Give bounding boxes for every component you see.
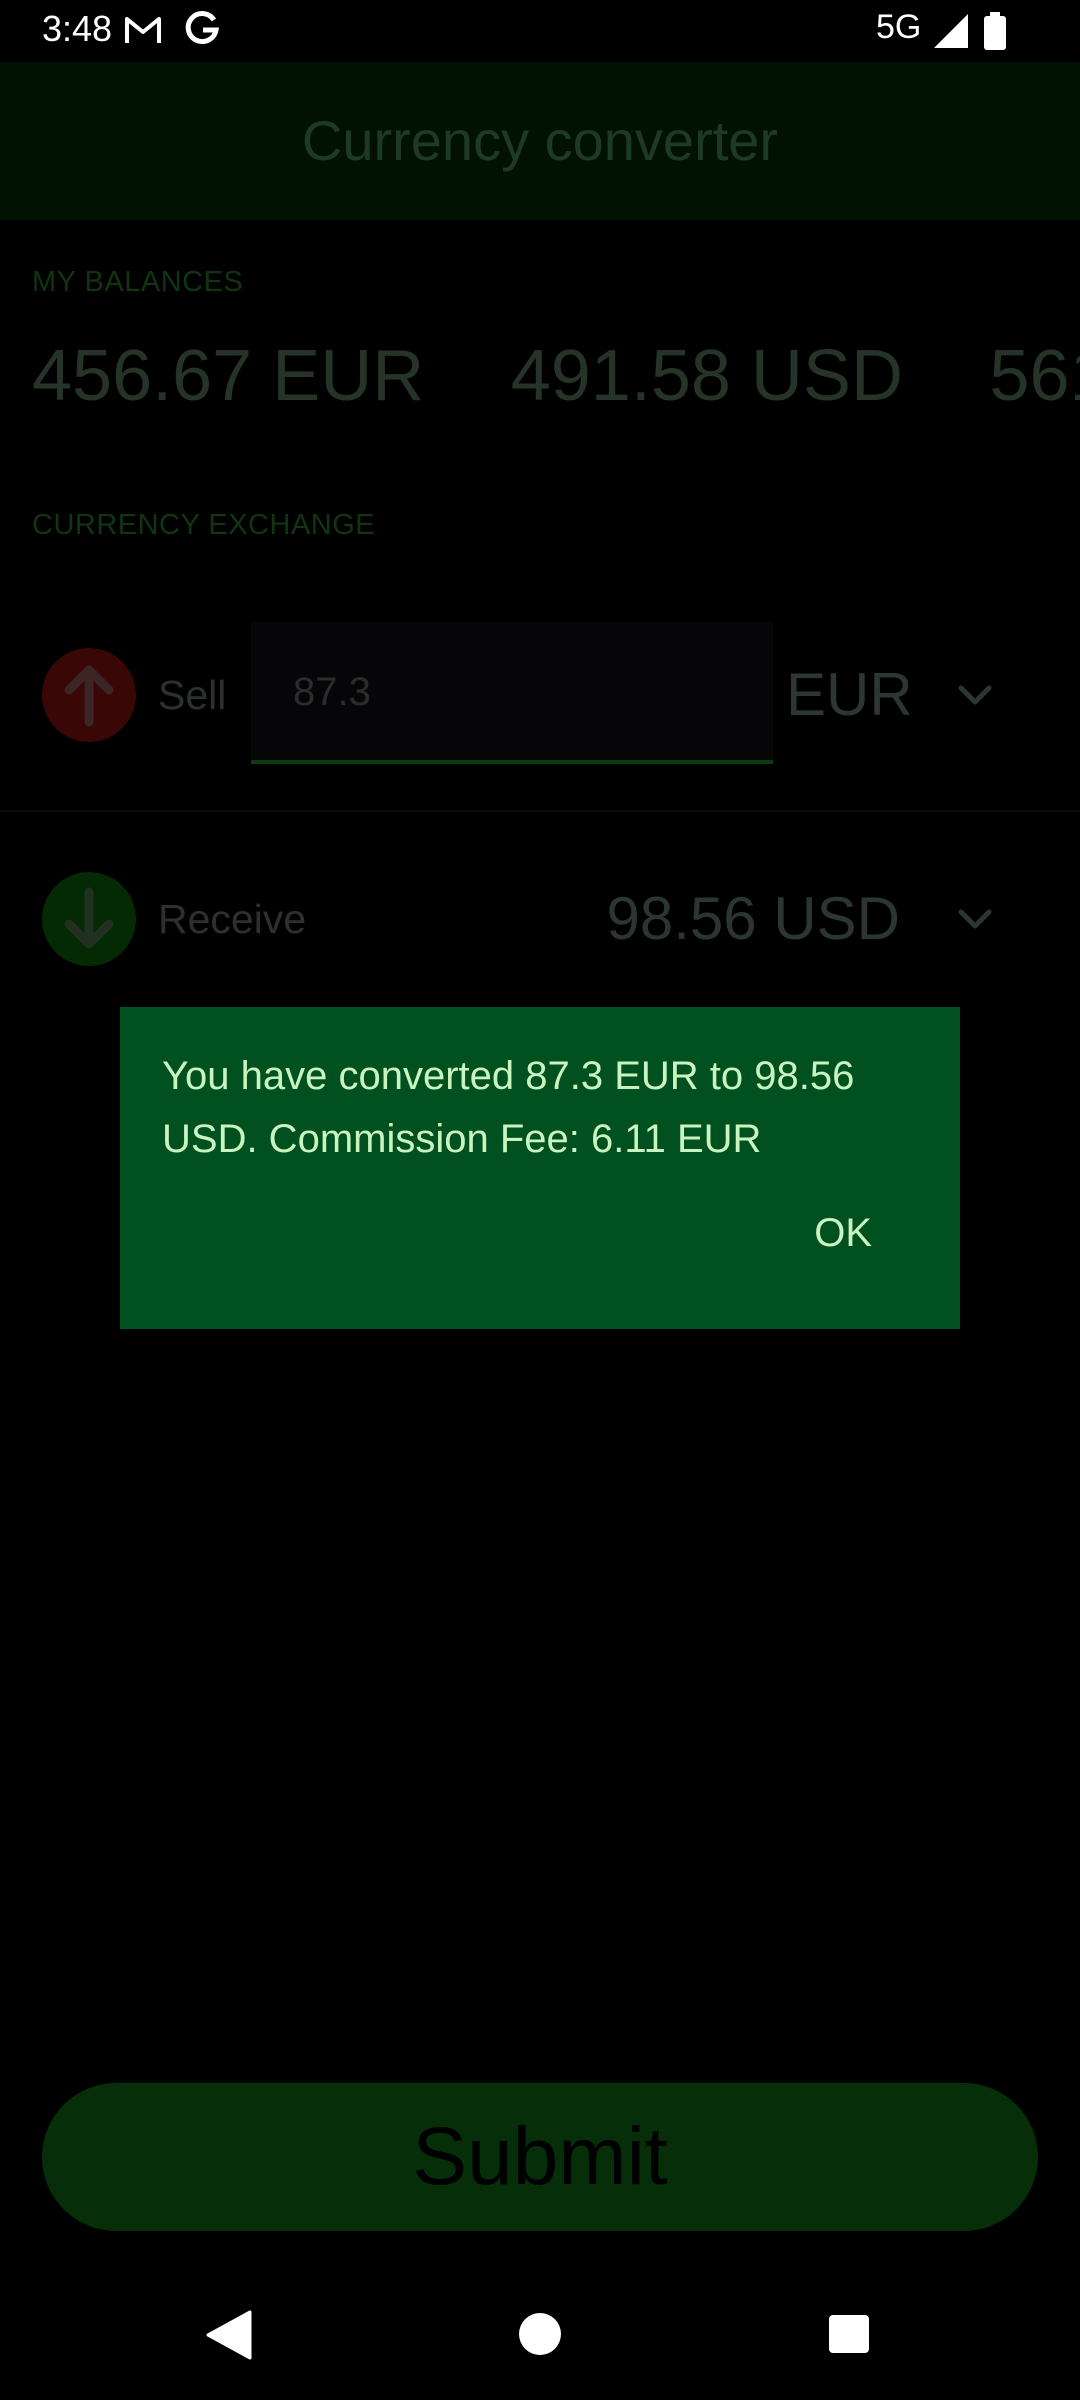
network-type: 5G	[876, 8, 922, 46]
page-title: Currency converter	[301, 109, 779, 172]
app-root: 3:48 5G Currency converter MY BALANCES 4…	[0, 0, 1080, 2400]
sell-currency-chevron-down-icon[interactable]	[955, 682, 995, 710]
balance-item: 561	[989, 336, 1080, 416]
sell-arrow-up-icon	[42, 648, 136, 742]
google-icon	[185, 11, 219, 45]
app-bar: Currency converter	[0, 62, 1080, 220]
receive-label: Receive	[158, 896, 307, 942]
sell-amount-value: 87.3	[293, 670, 371, 714]
submit-label: Submit	[412, 2111, 668, 2202]
dialog-message: You have converted 87.3 EUR to 98.56 USD…	[162, 1054, 855, 1161]
receive-currency-chevron-down-icon[interactable]	[955, 906, 995, 934]
submit-button[interactable]: Submit	[42, 2083, 1038, 2231]
recents-icon[interactable]	[828, 2314, 870, 2354]
navigation-bar	[0, 2272, 1080, 2400]
home-icon[interactable]	[518, 2312, 562, 2356]
battery-icon	[984, 12, 1006, 50]
exchange-label: CURRENCY EXCHANGE	[32, 509, 376, 541]
sell-label: Sell	[158, 672, 227, 718]
conversion-dialog: You have converted 87.3 EUR to 98.56 USD…	[120, 1007, 960, 1329]
back-icon[interactable]	[206, 2310, 252, 2360]
balance-item: 491.58 USD	[510, 336, 903, 416]
receive-amount: 98.56 USD	[606, 885, 901, 952]
row-divider	[0, 810, 1080, 812]
status-bar: 3:48 5G	[0, 0, 1080, 62]
ok-button[interactable]: OK	[814, 1203, 872, 1264]
signal-icon	[934, 14, 968, 48]
sell-currency[interactable]: EUR	[786, 660, 913, 729]
balances-list[interactable]: 456.67 EUR 491.58 USD 561	[32, 335, 1080, 435]
status-time: 3:48	[42, 8, 113, 49]
sell-amount-input[interactable]: 87.3	[251, 622, 773, 764]
receive-arrow-down-icon	[42, 872, 136, 966]
balances-label: MY BALANCES	[32, 266, 244, 298]
gmail-icon	[125, 17, 161, 43]
balance-item: 456.67 EUR	[32, 336, 425, 416]
